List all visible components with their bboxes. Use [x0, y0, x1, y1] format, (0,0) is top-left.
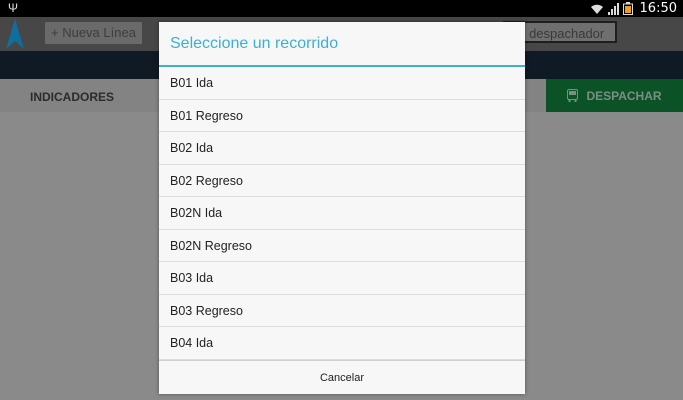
bus-icon	[567, 89, 579, 102]
route-item[interactable]: B02N Ida	[159, 197, 525, 230]
dialog-title: Seleccione un recorrido	[159, 22, 525, 67]
dispatch-label: DESPACHAR	[586, 88, 662, 103]
route-item[interactable]: B01 Regreso	[159, 100, 525, 132]
status-icons: 16:50	[590, 0, 677, 17]
cancel-button[interactable]: Cancelar	[159, 360, 525, 394]
wifi-icon	[590, 4, 603, 14]
app-logo-icon	[6, 19, 24, 49]
new-line-button[interactable]: + Nueva Línea	[45, 22, 142, 44]
route-item[interactable]: B03 Regreso	[159, 295, 525, 327]
signal-icon	[607, 2, 619, 15]
status-bar: Ψ 16:50	[0, 0, 683, 17]
route-item[interactable]: B01 Ida	[159, 67, 525, 100]
route-item[interactable]: B02 Ida	[159, 132, 525, 165]
route-item[interactable]: B02N Regreso	[159, 230, 525, 262]
route-item[interactable]: B03 Ida	[159, 262, 525, 295]
route-list: B01 Ida B01 Regreso B02 Ida B02 Regreso …	[159, 67, 525, 360]
route-item[interactable]: B04 Ida	[159, 327, 525, 360]
dispatch-button[interactable]: DESPACHAR	[546, 79, 683, 112]
battery-icon	[622, 2, 633, 15]
usb-icon: Ψ	[8, 1, 19, 15]
route-select-dialog: Seleccione un recorrido B01 Ida B01 Regr…	[159, 22, 525, 394]
status-time: 16:50	[639, 1, 677, 16]
tab-indicators[interactable]: INDICADORES	[30, 90, 114, 104]
route-item[interactable]: B02 Regreso	[159, 165, 525, 197]
